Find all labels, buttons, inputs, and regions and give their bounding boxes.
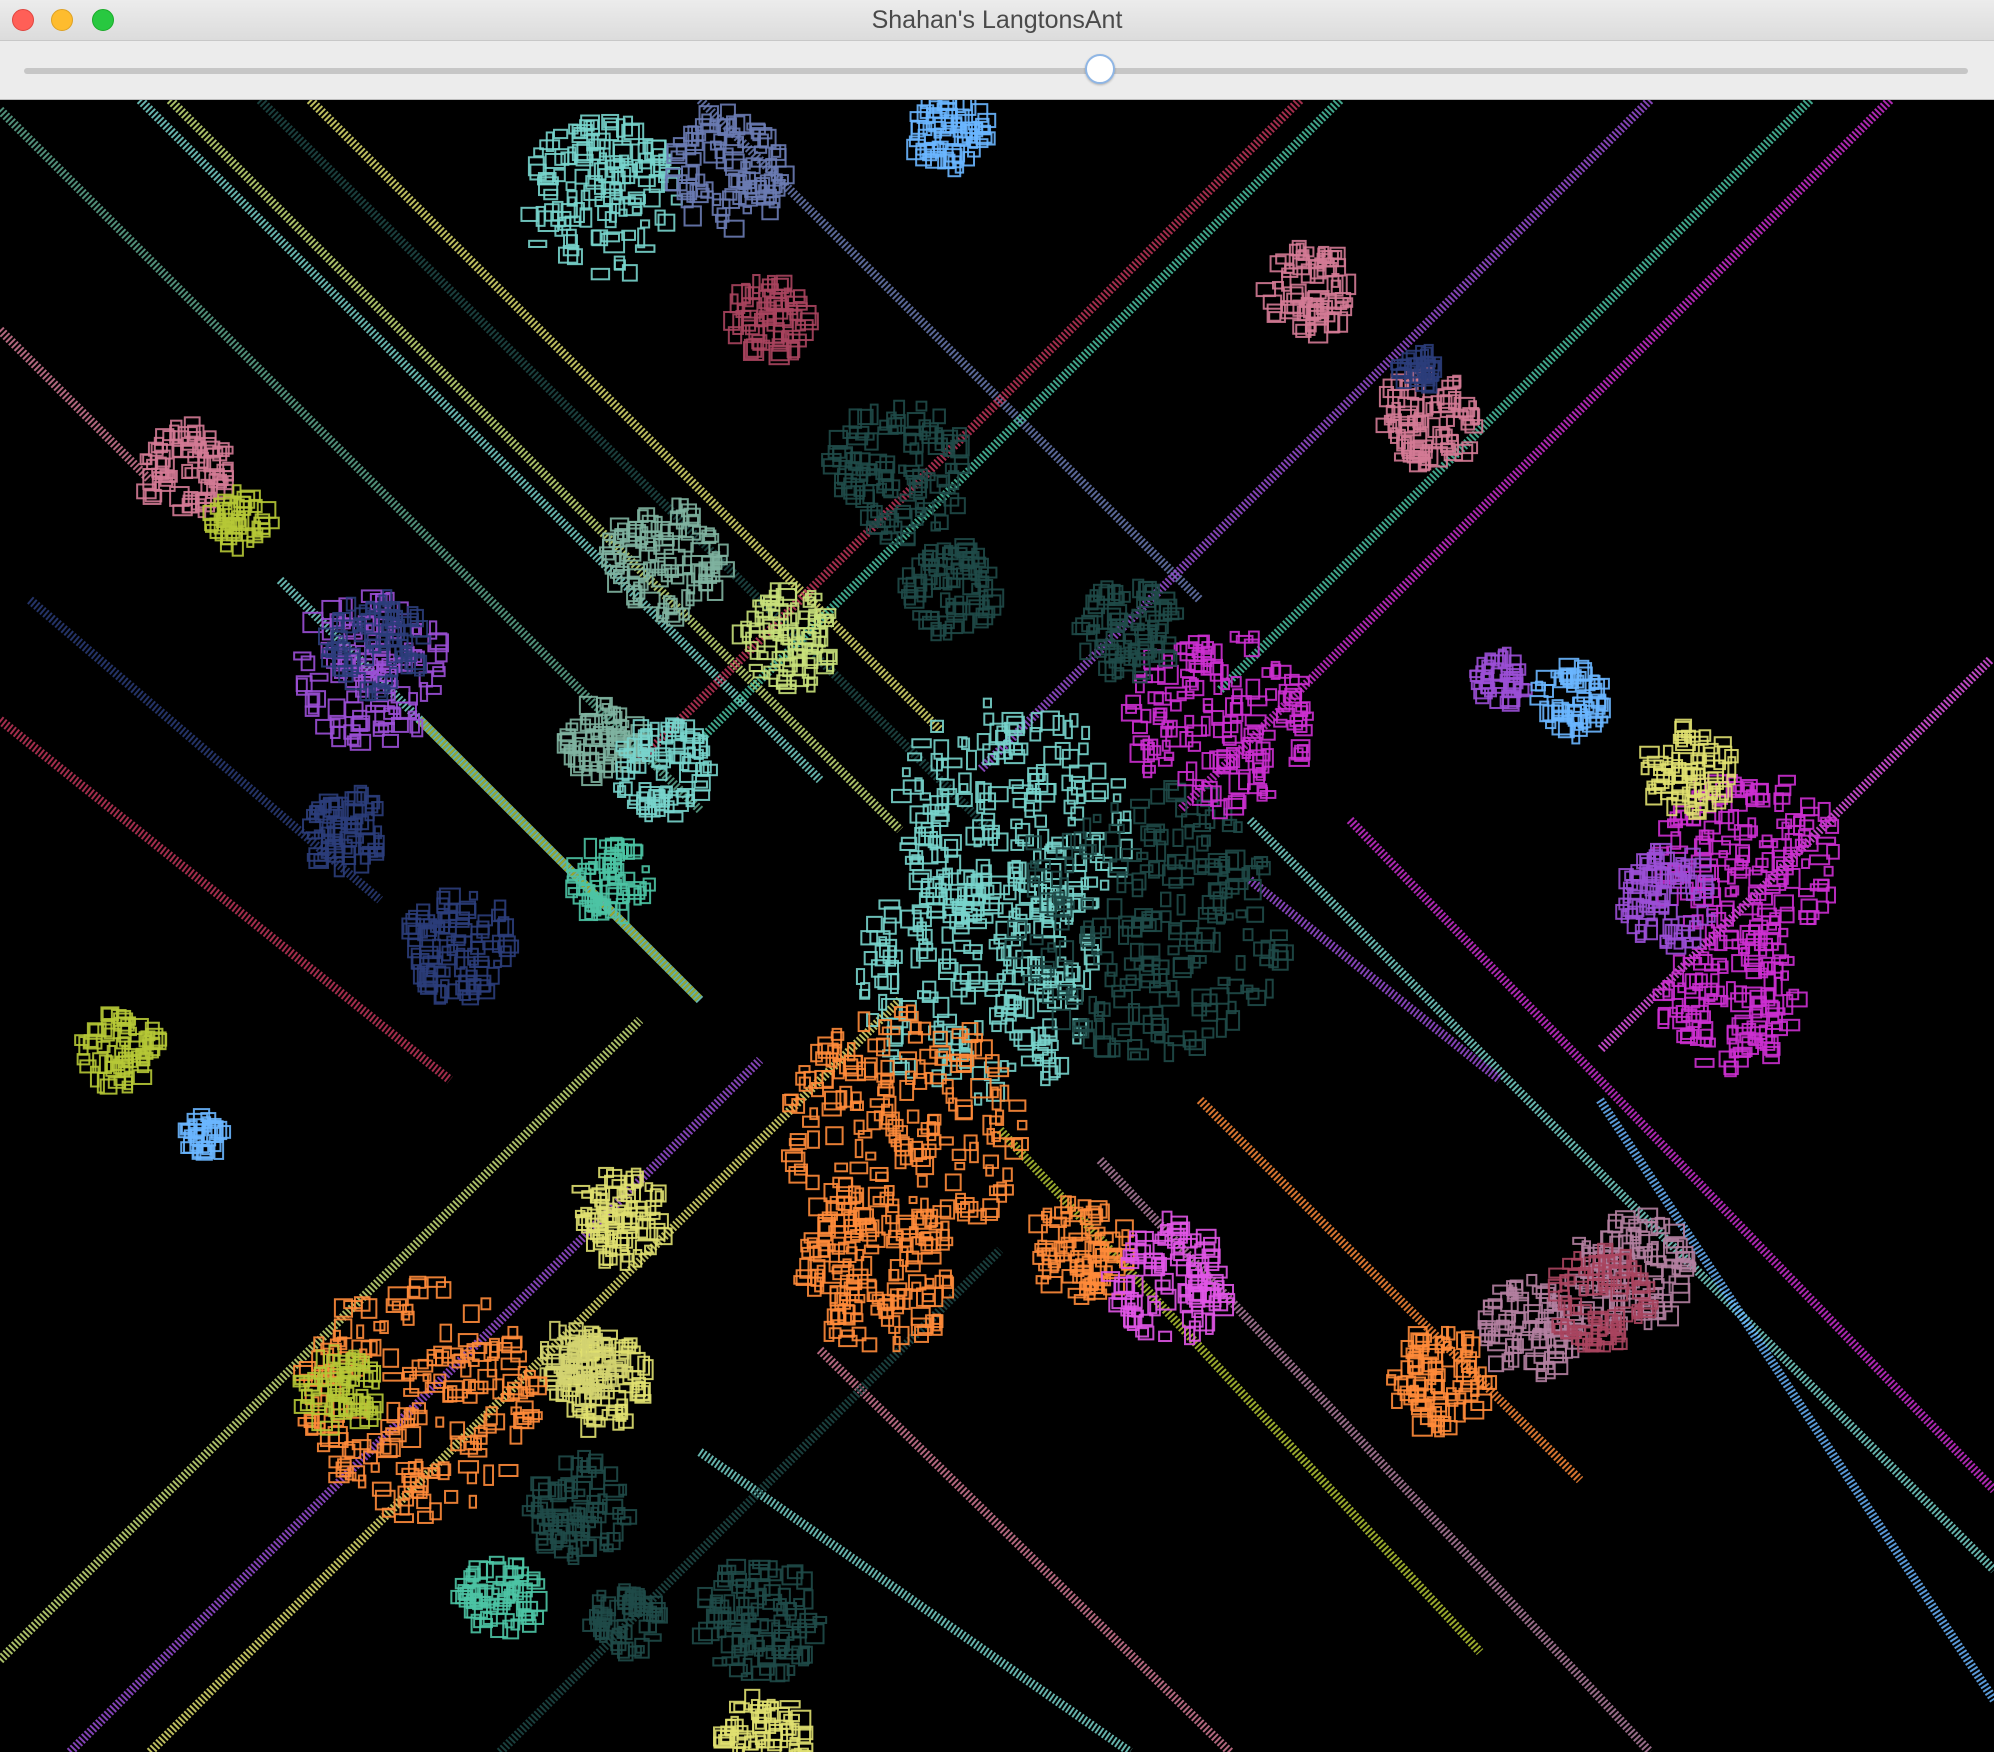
controls-bar [0,41,1994,100]
close-window-button[interactable] [12,9,34,31]
speed-slider-thumb[interactable] [1085,54,1115,84]
app-window: Shahan's LangtonsAnt [0,0,1994,1752]
maximize-window-button[interactable] [92,9,114,31]
window-title: Shahan's LangtonsAnt [871,5,1123,34]
speed-slider-track[interactable] [24,68,1968,74]
simulation-canvas-area[interactable] [0,100,1994,1752]
minimize-window-button[interactable] [51,9,73,31]
langtons-ant-canvas[interactable] [0,100,1994,1752]
title-bar[interactable]: Shahan's LangtonsAnt [0,0,1994,41]
